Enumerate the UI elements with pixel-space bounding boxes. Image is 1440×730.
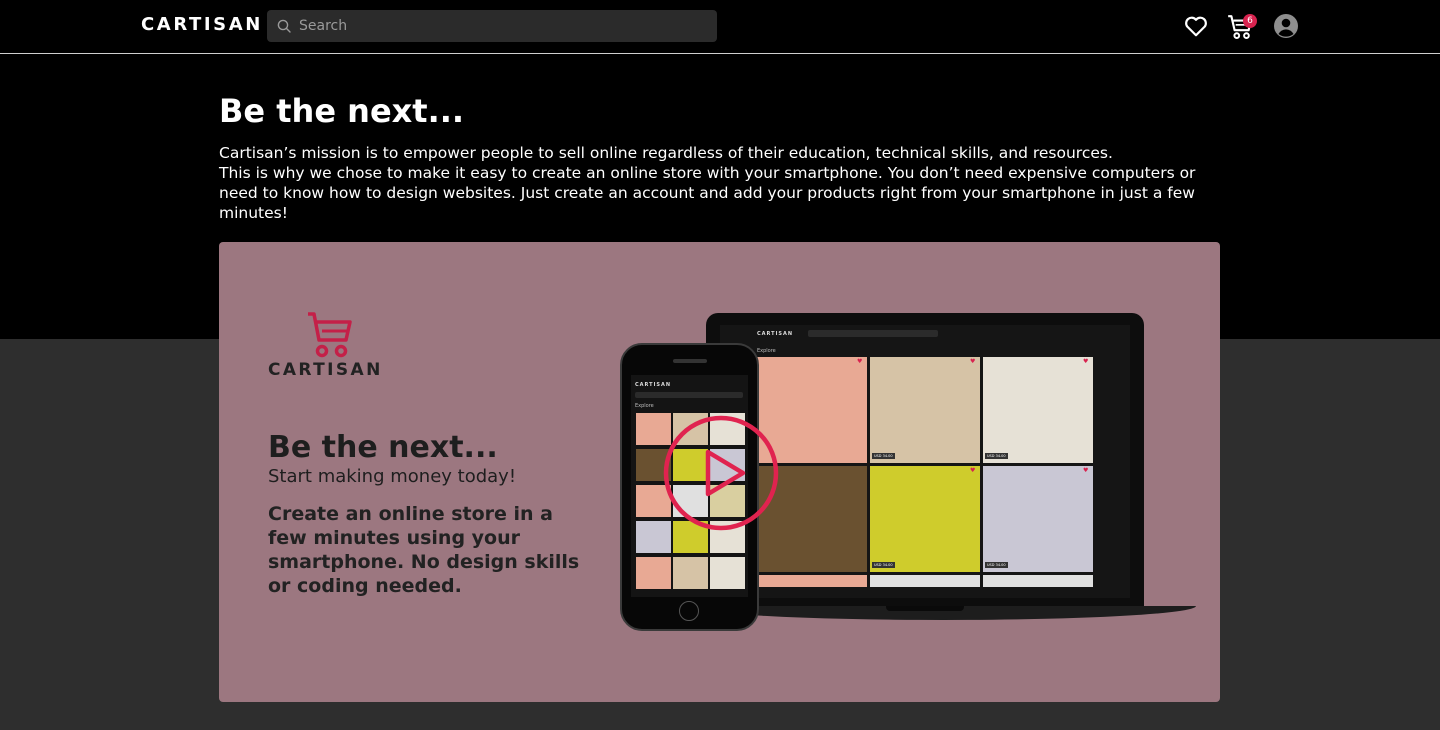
phone-home-button: [679, 601, 699, 621]
heart-icon[interactable]: [1183, 13, 1209, 39]
hero-description: Cartisan’s mission is to empower people …: [219, 143, 1229, 223]
product-price: USD 34.00: [872, 453, 895, 459]
play-icon[interactable]: [662, 414, 780, 532]
product-tile: [870, 575, 980, 587]
product-tile: [983, 575, 1093, 587]
video-player[interactable]: CARTISAN Be the next... Start making mon…: [219, 242, 1220, 702]
product-tile: [710, 557, 745, 589]
product-tile: [636, 557, 671, 589]
video-subtitle: Start making money today!: [268, 466, 517, 487]
video-description: Create an online store in a few minutes …: [268, 503, 580, 597]
product-tile: [983, 466, 1093, 572]
product-tile: [757, 575, 867, 587]
laptop-notch: [886, 606, 964, 611]
mission-paragraph: Cartisan’s mission is to empower people …: [219, 144, 1113, 162]
product-tile: [983, 357, 1093, 463]
phone-mockup-section: Explore: [635, 403, 654, 409]
product-tile: [673, 557, 708, 589]
laptop-mockup-search: [808, 330, 938, 337]
product-price: USD 34.00: [985, 453, 1008, 459]
product-price: USD 34.00: [985, 562, 1008, 568]
laptop-mockup-logo: CARTISAN: [757, 331, 794, 337]
laptop-mockup-section: Explore: [757, 348, 776, 354]
smartphone-paragraph: This is why we chose to make it easy to …: [219, 164, 1196, 222]
heart-icon: ♥: [1083, 358, 1089, 365]
phone-mockup-search: [635, 392, 743, 398]
account-icon[interactable]: [1273, 13, 1299, 39]
heart-icon: ♥: [970, 467, 976, 474]
heart-icon: ♥: [970, 358, 976, 365]
search-input[interactable]: [297, 17, 701, 35]
brand-logo[interactable]: CARTISAN: [141, 14, 263, 35]
laptop-screen: CARTISAN Explore ♥ ♥ ♥ ♥ ♥ USD 34.00 USD…: [720, 325, 1130, 598]
search-bar[interactable]: [267, 10, 717, 42]
product-price: USD 34.00: [872, 562, 895, 568]
search-icon: [277, 19, 291, 33]
phone-speaker: [673, 359, 707, 363]
heart-icon: ♥: [1083, 467, 1089, 474]
cart-logo-icon: [308, 312, 352, 358]
hero-title: Be the next...: [219, 92, 465, 130]
navbar: CARTISAN 6: [0, 0, 1440, 54]
product-tile: [870, 357, 980, 463]
video-title: Be the next...: [268, 430, 498, 465]
cart-count-badge: 6: [1243, 14, 1257, 28]
video-brand-logo: CARTISAN: [268, 360, 383, 380]
product-tile: [870, 466, 980, 572]
phone-mockup-logo: CARTISAN: [635, 382, 672, 388]
heart-icon: ♥: [857, 358, 863, 365]
